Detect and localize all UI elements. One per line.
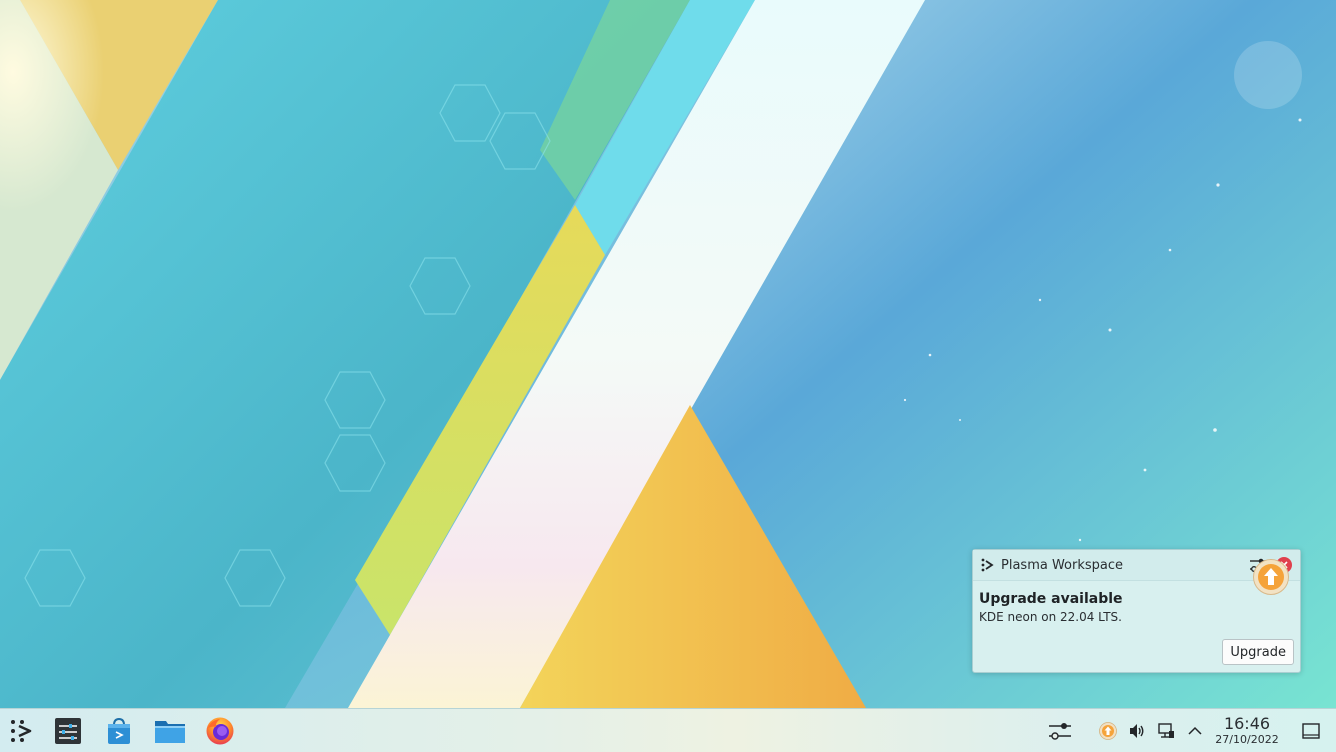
kde-logo-icon	[981, 558, 995, 572]
update-arrow-icon	[1252, 558, 1290, 596]
kde-launcher-icon[interactable]	[6, 715, 38, 747]
settings-panel-icon[interactable]	[52, 715, 84, 747]
update-icon[interactable]	[1098, 721, 1118, 741]
network-icon[interactable]	[1156, 721, 1176, 741]
taskbar: 16:46 27/10/2022	[0, 708, 1336, 752]
sliders-icon[interactable]	[1046, 719, 1074, 743]
chevron-up-icon[interactable]	[1185, 721, 1205, 741]
discover-bag-icon[interactable]	[103, 715, 135, 747]
volume-icon[interactable]	[1127, 721, 1147, 741]
folder-icon[interactable]	[153, 715, 187, 747]
upgrade-button[interactable]: Upgrade	[1222, 639, 1294, 665]
upgrade-notification[interactable]: Plasma Workspace Upgrade available KDE n…	[972, 549, 1301, 673]
clock-time: 16:46	[1223, 714, 1271, 733]
notification-text: KDE neon on 22.04 LTS.	[979, 610, 1122, 624]
notification-title: Upgrade available	[979, 591, 1123, 607]
notification-header: Plasma Workspace	[973, 550, 1300, 581]
notification-app-name: Plasma Workspace	[1001, 557, 1124, 573]
notification-body: Upgrade available KDE neon on 22.04 LTS.	[973, 581, 1300, 624]
firefox-icon[interactable]	[204, 715, 236, 747]
show-desktop-icon[interactable]	[1300, 720, 1322, 742]
clock-date: 27/10/2022	[1215, 733, 1279, 746]
digital-clock[interactable]: 16:46 27/10/2022	[1207, 714, 1287, 747]
